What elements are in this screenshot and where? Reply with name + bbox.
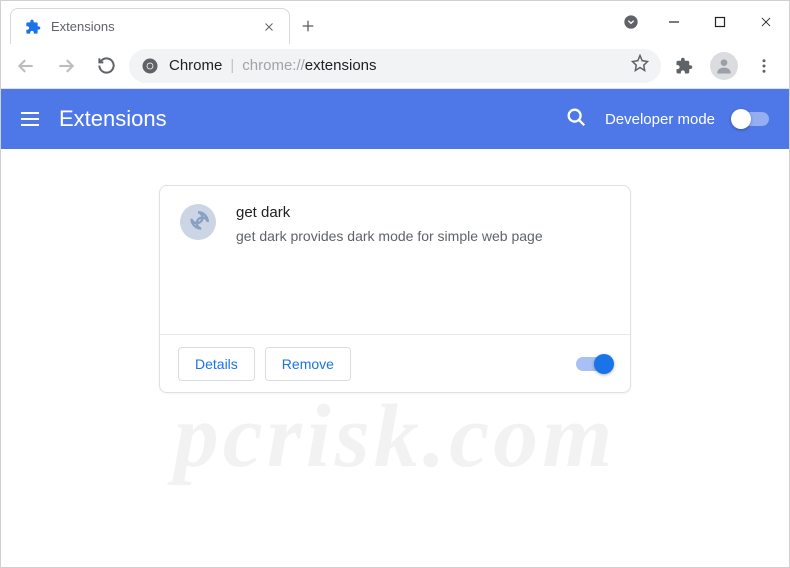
- minimize-window-button[interactable]: [651, 2, 697, 42]
- extension-name: get dark: [236, 204, 610, 221]
- remove-button[interactable]: Remove: [265, 347, 351, 381]
- bookmark-star-icon[interactable]: [631, 54, 649, 77]
- hamburger-menu-icon[interactable]: [21, 112, 39, 126]
- address-bar[interactable]: Chrome | chrome://extensions: [129, 49, 661, 83]
- reload-button[interactable]: [89, 49, 123, 83]
- tab-title: Extensions: [51, 19, 251, 34]
- url-text: Chrome | chrome://extensions: [169, 57, 377, 74]
- extension-card: get dark get dark provides dark mode for…: [159, 185, 631, 393]
- puzzle-piece-icon: [25, 19, 41, 35]
- back-button[interactable]: [9, 49, 43, 83]
- maximize-window-button[interactable]: [697, 2, 743, 42]
- kebab-menu-icon[interactable]: [747, 49, 781, 83]
- browser-tab[interactable]: Extensions: [10, 8, 290, 44]
- chrome-icon: [141, 57, 159, 75]
- media-control-icon[interactable]: [611, 2, 651, 42]
- extensions-content: get dark get dark provides dark mode for…: [1, 149, 789, 567]
- browser-toolbar: Chrome | chrome://extensions: [1, 43, 789, 89]
- close-tab-icon[interactable]: [261, 19, 277, 35]
- developer-mode-toggle[interactable]: [733, 112, 769, 126]
- developer-mode-label: Developer mode: [605, 111, 715, 128]
- details-button[interactable]: Details: [178, 347, 255, 381]
- new-tab-button[interactable]: [294, 12, 322, 40]
- page-title: Extensions: [59, 106, 167, 132]
- profile-avatar[interactable]: [707, 49, 741, 83]
- extension-description: get dark provides dark mode for simple w…: [236, 227, 610, 247]
- extensions-puzzle-icon[interactable]: [667, 49, 701, 83]
- extension-icon: [180, 204, 216, 240]
- extensions-header: Extensions Developer mode: [1, 89, 789, 149]
- extension-enable-toggle[interactable]: [576, 357, 612, 371]
- forward-button[interactable]: [49, 49, 83, 83]
- close-window-button[interactable]: [743, 2, 789, 42]
- window-titlebar: Extensions: [1, 1, 789, 43]
- search-icon[interactable]: [565, 106, 587, 133]
